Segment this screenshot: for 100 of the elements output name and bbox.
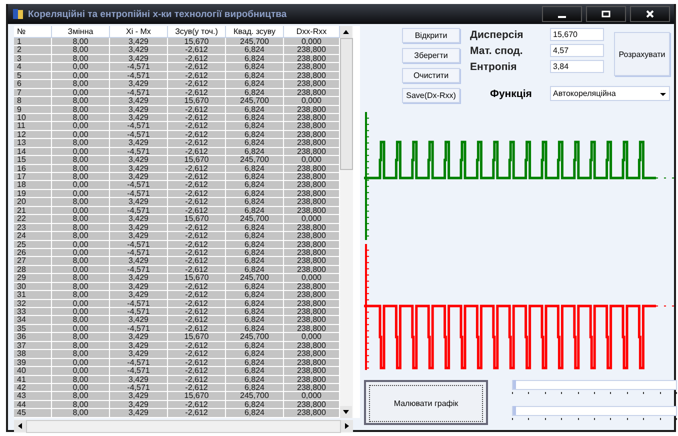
table-cell: 3,429 (110, 106, 168, 114)
table-cell: 245,700 (226, 392, 284, 401)
horizontal-scrollbar[interactable] (14, 420, 353, 433)
table-cell: -2,612 (168, 206, 226, 216)
vertical-scrollbar[interactable] (340, 26, 353, 418)
file-button[interactable]: Очистити (402, 68, 460, 83)
table-cell: -2,612 (168, 384, 226, 392)
table-cell: 6,824 (226, 342, 284, 350)
file-button[interactable]: Відкрити (402, 28, 460, 43)
table-cell: 8,00 (52, 376, 110, 384)
table-cell: 0,00 (52, 324, 110, 334)
table-cell: 3,429 (110, 114, 168, 122)
table-cell: 18 (14, 181, 52, 190)
stat-label: Мат. спод. (470, 44, 524, 56)
table-cell: -4,571 (110, 248, 168, 258)
table-cell: -2,612 (168, 367, 226, 376)
stat-field[interactable]: 3,84 (550, 60, 604, 73)
table-cell: -4,571 (110, 72, 168, 80)
table-cell: -2,612 (168, 114, 226, 122)
table-cell: 0,00 (52, 300, 110, 308)
minimize-button[interactable] (542, 6, 582, 22)
table-cell: 20 (14, 198, 52, 207)
table-cell: 3,429 (110, 46, 168, 55)
table-cell: 23 (14, 224, 52, 232)
table-cell: 8,00 (52, 215, 110, 224)
table-cell: 40 (14, 367, 52, 376)
table-cell: -2,612 (168, 376, 226, 384)
table-cell: 0,00 (52, 358, 110, 368)
table-cell: -2,612 (168, 148, 226, 156)
table-cell: -2,612 (168, 88, 226, 98)
table-cell: -2,612 (168, 106, 226, 114)
table-cell: 0,00 (52, 72, 110, 80)
table-cell: 3,429 (110, 316, 168, 325)
file-button[interactable]: Зберегти (402, 48, 460, 63)
file-button[interactable]: Save(Dx-Rxx) (402, 88, 460, 103)
table-cell: -4,571 (110, 190, 168, 198)
table-cell: 6,824 (226, 88, 284, 98)
close-button[interactable] (630, 6, 670, 22)
window-title: Кореляційні та ентропійні х-ки технології виробництва (28, 8, 287, 20)
column-header[interactable]: Змінна (52, 26, 110, 38)
table-cell: 8,00 (52, 274, 110, 283)
table-cell: 0,00 (52, 240, 110, 249)
table-cell: 2 (14, 46, 52, 55)
table-cell: 3,429 (110, 215, 168, 224)
slider[interactable] (512, 380, 677, 396)
table-cell: 8,00 (52, 291, 110, 300)
table-cell: 0,00 (52, 130, 110, 140)
table-cell: 0,00 (52, 148, 110, 156)
table-cell: 44 (14, 400, 52, 410)
table-cell: -2,612 (168, 300, 226, 308)
table-cell: 35 (14, 324, 52, 334)
calculate-button[interactable]: Розрахувати (614, 32, 670, 76)
table-cell: 34 (14, 316, 52, 325)
scroll-down-icon[interactable] (340, 406, 352, 418)
table-cell: 6,824 (226, 282, 284, 292)
scroll-right-icon[interactable] (341, 420, 353, 432)
scroll-up-icon[interactable] (340, 26, 352, 38)
table-cell: -2,612 (168, 122, 226, 131)
table-cell: -4,571 (110, 308, 168, 316)
table-cell: -4,571 (110, 122, 168, 131)
table-cell: 3,429 (110, 139, 168, 148)
stat-field[interactable]: 4,57 (550, 44, 604, 57)
table-cell: 4 (14, 63, 52, 72)
table-cell: 1 (14, 38, 52, 46)
maximize-button[interactable] (586, 6, 626, 22)
table-cell: 0,00 (52, 88, 110, 98)
table-cell: 10 (14, 114, 52, 122)
table-cell: 8,00 (52, 106, 110, 114)
table-cell: 8,00 (52, 232, 110, 240)
table-cell: 0,00 (52, 384, 110, 392)
column-header[interactable]: Xi - Mx (110, 26, 168, 38)
table-cell: -2,612 (168, 139, 226, 148)
table-cell: 3,429 (110, 409, 168, 418)
function-dropdown[interactable]: Автокореляційна (550, 86, 670, 101)
column-header[interactable]: Квад. зсуву (226, 26, 284, 38)
table-cell: 13 (14, 139, 52, 148)
slider[interactable] (512, 406, 677, 422)
table-cell: 42 (14, 384, 52, 392)
table-cell: 41 (14, 376, 52, 384)
table-cell: 6,824 (226, 80, 284, 89)
draw-chart-button[interactable]: Малювати графік (364, 380, 488, 425)
maximize-icon (601, 9, 611, 19)
stat-label: Дисперсія (470, 28, 524, 40)
table-cell: 8,00 (52, 257, 110, 266)
column-header[interactable]: № (14, 26, 52, 38)
table-cell: -2,612 (168, 72, 226, 80)
table-cell: 6,824 (226, 130, 284, 140)
table-cell: 6,824 (226, 198, 284, 207)
table-cell: 11 (14, 122, 52, 131)
table-cell: -2,612 (168, 63, 226, 72)
scroll-left-icon[interactable] (14, 420, 26, 432)
table-cell: -4,571 (110, 384, 168, 392)
table-cell: 15,670 (168, 156, 226, 165)
column-header[interactable]: Зсув(у точ.) (168, 26, 226, 38)
stat-field[interactable]: 15,670 (550, 28, 604, 41)
table-cell: -2,612 (168, 409, 226, 418)
table-cell: 15,670 (168, 274, 226, 283)
table-cell: -4,571 (110, 300, 168, 308)
table-cell: 8,00 (52, 38, 110, 46)
table-cell: 3,429 (110, 156, 168, 165)
